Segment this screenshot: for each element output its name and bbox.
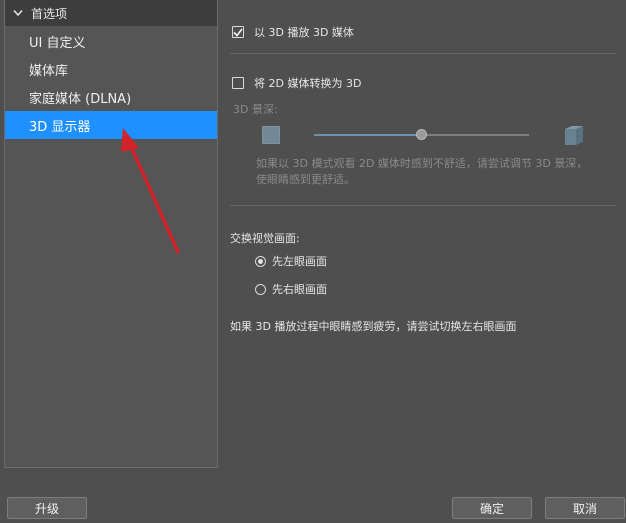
tree-item-label: UI 自定义 [29, 35, 86, 51]
radio-left-eye-indicator[interactable] [255, 255, 266, 267]
settings-panel: 以 3D 播放 3D 媒体 将 2D 媒体转换为 3D 3D 景深: 如果以 3… [230, 0, 620, 468]
tree-item-label: 媒体库 [29, 63, 69, 79]
tree-header-label: 首选项 [31, 6, 68, 21]
depth-slider[interactable] [314, 129, 529, 140]
radio-right-eye-first[interactable]: 先右眼画面 [255, 281, 327, 297]
depth-slider-zone [262, 124, 592, 146]
swap-view-title: 交换视觉画面: [230, 232, 300, 245]
divider [230, 53, 616, 54]
deep-depth-icon [565, 126, 583, 145]
radio-left-eye-first[interactable]: 先左眼画面 [255, 253, 327, 269]
play-3d-row[interactable]: 以 3D 播放 3D 媒体 [232, 24, 354, 40]
depth-slider-thumb[interactable] [416, 129, 427, 140]
depth-hint: 如果以 3D 模式观看 2D 媒体时感到不舒适，请尝试调节 3D 景深，使眼睛感… [256, 157, 588, 186]
convert-2d-checkbox[interactable] [232, 77, 244, 89]
upgrade-button[interactable]: 升级 [7, 497, 87, 519]
depth-slider-fill [314, 134, 422, 136]
convert-2d-label: 将 2D 媒体转换为 3D [254, 77, 362, 90]
tree-item-ui-customize[interactable]: UI 自定义 [5, 27, 217, 55]
ok-button[interactable]: 确定 [452, 497, 532, 519]
depth-label: 3D 景深: [233, 103, 278, 116]
dialog-footer: 升级 确定 取消 [0, 476, 626, 523]
tree-item-media-library[interactable]: 媒体库 [5, 55, 217, 83]
tree-item-label: 家庭媒体 (DLNA) [29, 91, 132, 107]
tree-header-preferences[interactable]: 首选项 [5, 0, 217, 26]
radio-right-eye-label: 先右眼画面 [272, 283, 327, 296]
radio-right-eye-indicator[interactable] [255, 283, 266, 295]
cancel-button[interactable]: 取消 [545, 497, 625, 519]
tree-item-label: 3D 显示器 [29, 119, 91, 135]
play-3d-label: 以 3D 播放 3D 媒体 [254, 26, 354, 39]
tree-item-home-media-dlna[interactable]: 家庭媒体 (DLNA) [5, 83, 217, 111]
divider [230, 205, 616, 206]
swap-note: 如果 3D 播放过程中眼睛感到疲劳，请尝试切换左右眼画面 [230, 320, 517, 333]
tree-item-3d-display[interactable]: 3D 显示器 [5, 111, 217, 139]
chevron-down-icon[interactable] [11, 6, 25, 20]
check-icon [233, 28, 243, 37]
preferences-tree: 首选项 UI 自定义 媒体库 家庭媒体 (DLNA) 3D 显示器 [4, 0, 218, 468]
play-3d-checkbox[interactable] [232, 26, 244, 38]
convert-2d-row[interactable]: 将 2D 媒体转换为 3D [232, 75, 361, 91]
shallow-depth-icon [262, 126, 280, 144]
radio-left-eye-label: 先左眼画面 [272, 255, 327, 268]
